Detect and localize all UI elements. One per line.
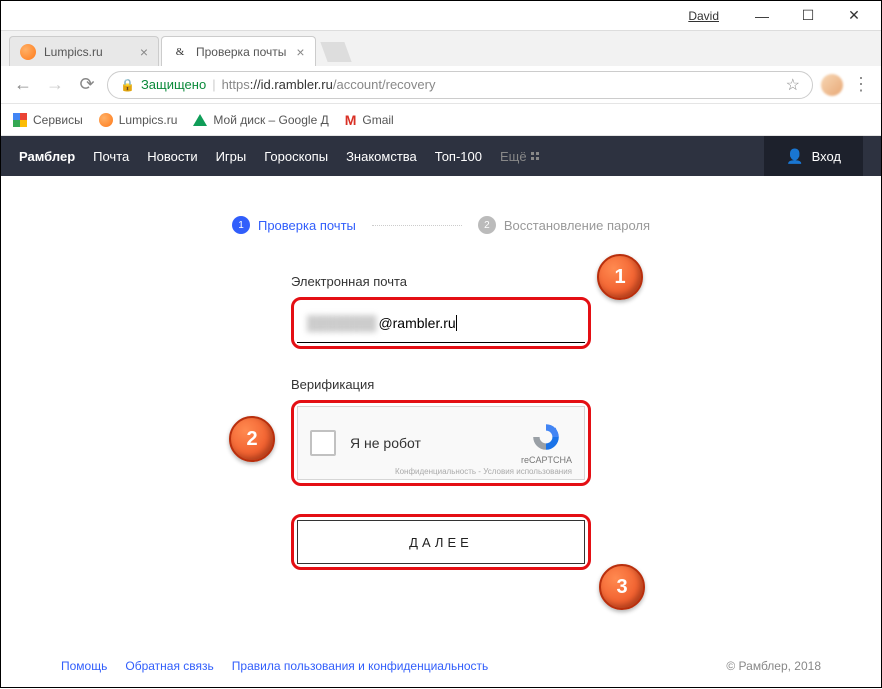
- verify-label: Верификация: [291, 377, 591, 392]
- email-input[interactable]: ███████ @rambler.ru: [297, 303, 585, 343]
- nav-games[interactable]: Игры: [216, 149, 247, 164]
- nav-dating[interactable]: Знакомства: [346, 149, 417, 164]
- nav-mail[interactable]: Почта: [93, 149, 129, 164]
- apps-icon: [13, 113, 27, 127]
- lumpics-icon: [99, 113, 113, 127]
- tab-favicon-rambler: &: [172, 44, 188, 60]
- browser-toolbar: ← → ⟳ 🔒 Защищено | https://id.rambler.ru…: [1, 66, 881, 104]
- page-content: 1 Проверка почты 2 Восстановление пароля…: [1, 176, 881, 689]
- gmail-icon: M: [345, 112, 357, 128]
- step-1-label: Проверка почты: [258, 218, 356, 233]
- tab-close-icon[interactable]: ×: [130, 44, 148, 60]
- new-tab-button[interactable]: [320, 42, 351, 62]
- progress-steps: 1 Проверка почты 2 Восстановление пароля: [1, 216, 881, 234]
- window-close[interactable]: ✕: [831, 2, 877, 30]
- window-maximize[interactable]: ☐: [785, 2, 831, 30]
- recaptcha-logo: reCAPTCHA: [521, 421, 572, 465]
- bookmark-apps[interactable]: Сервисы: [13, 113, 83, 127]
- bookmark-drive[interactable]: Мой диск – Google Д: [193, 113, 328, 127]
- tab-title: Lumpics.ru: [44, 45, 103, 59]
- grid-icon: [531, 152, 539, 160]
- login-button[interactable]: 👤 Вход: [764, 136, 863, 176]
- recaptcha-label: Я не робот: [350, 435, 421, 451]
- email-label: Электронная почта: [291, 274, 591, 289]
- highlight-captcha: Я не робот reCAPTCHA Конфиденциальность …: [291, 400, 591, 486]
- step-2-label: Восстановление пароля: [504, 218, 650, 233]
- recovery-form: Электронная почта ███████ @rambler.ru Ве…: [291, 274, 591, 570]
- recaptcha-icon: [530, 421, 562, 453]
- secure-label: Защищено: [141, 77, 206, 92]
- tab-close-icon[interactable]: ×: [286, 44, 304, 60]
- step-connector: [372, 225, 462, 226]
- highlight-next: ДАЛЕЕ: [291, 514, 591, 570]
- nav-top100[interactable]: Топ-100: [435, 149, 482, 164]
- footer-terms[interactable]: Правила пользования и конфиденциальность: [232, 659, 489, 673]
- site-nav: Рамблер Почта Новости Игры Гороскопы Зна…: [1, 136, 881, 176]
- next-button[interactable]: ДАЛЕЕ: [297, 520, 585, 564]
- step-2: 2 Восстановление пароля: [478, 216, 650, 234]
- nav-brand[interactable]: Рамблер: [19, 149, 75, 164]
- bookmarks-bar: Сервисы Lumpics.ru Мой диск – Google Д M…: [1, 104, 881, 136]
- tab-rambler[interactable]: & Проверка почты ×: [161, 36, 316, 66]
- recaptcha-checkbox[interactable]: [310, 430, 336, 456]
- step-1-circle: 1: [232, 216, 250, 234]
- window-titlebar: David — ☐ ✕: [1, 1, 881, 31]
- nav-news[interactable]: Новости: [147, 149, 197, 164]
- page-footer: Помощь Обратная связь Правила пользовани…: [1, 659, 881, 673]
- nav-more[interactable]: Ещё: [500, 149, 539, 164]
- highlight-email: ███████ @rambler.ru: [291, 297, 591, 349]
- callout-2: 2: [229, 416, 275, 462]
- bookmark-gmail[interactable]: M Gmail: [345, 112, 394, 128]
- back-icon[interactable]: ←: [11, 74, 35, 95]
- forward-icon[interactable]: →: [43, 74, 67, 95]
- callout-3: 3: [599, 564, 645, 610]
- browser-menu-icon[interactable]: ⋮: [851, 74, 871, 95]
- window-user: David: [688, 9, 719, 23]
- footer-links: Помощь Обратная связь Правила пользовани…: [61, 659, 488, 673]
- nav-horoscopes[interactable]: Гороскопы: [264, 149, 328, 164]
- extension-icon[interactable]: [821, 74, 843, 96]
- tab-favicon-lumpics: [20, 44, 36, 60]
- text-caret: [456, 315, 457, 331]
- bookmark-lumpics[interactable]: Lumpics.ru: [99, 113, 178, 127]
- reload-icon[interactable]: ⟳: [75, 74, 99, 95]
- footer-copyright: © Рамблер, 2018: [726, 659, 821, 673]
- url-text: https://id.rambler.ru/account/recovery: [222, 77, 436, 92]
- footer-feedback[interactable]: Обратная связь: [125, 659, 213, 673]
- tab-title: Проверка почты: [196, 45, 286, 59]
- bookmark-star-icon[interactable]: ☆: [786, 75, 800, 95]
- recaptcha-widget: Я не робот reCAPTCHA Конфиденциальность …: [297, 406, 585, 480]
- callout-1: 1: [597, 254, 643, 300]
- step-1: 1 Проверка почты: [232, 216, 356, 234]
- user-icon: 👤: [786, 148, 803, 165]
- step-2-circle: 2: [478, 216, 496, 234]
- drive-icon: [193, 114, 207, 126]
- window-minimize[interactable]: —: [739, 2, 785, 30]
- address-bar[interactable]: 🔒 Защищено | https://id.rambler.ru/accou…: [107, 71, 813, 99]
- footer-help[interactable]: Помощь: [61, 659, 107, 673]
- browser-tabs: Lumpics.ru × & Проверка почты ×: [1, 31, 881, 66]
- lock-icon: 🔒: [120, 78, 135, 92]
- recaptcha-links[interactable]: Конфиденциальность - Условия использован…: [395, 467, 572, 476]
- tab-lumpics[interactable]: Lumpics.ru ×: [9, 36, 159, 66]
